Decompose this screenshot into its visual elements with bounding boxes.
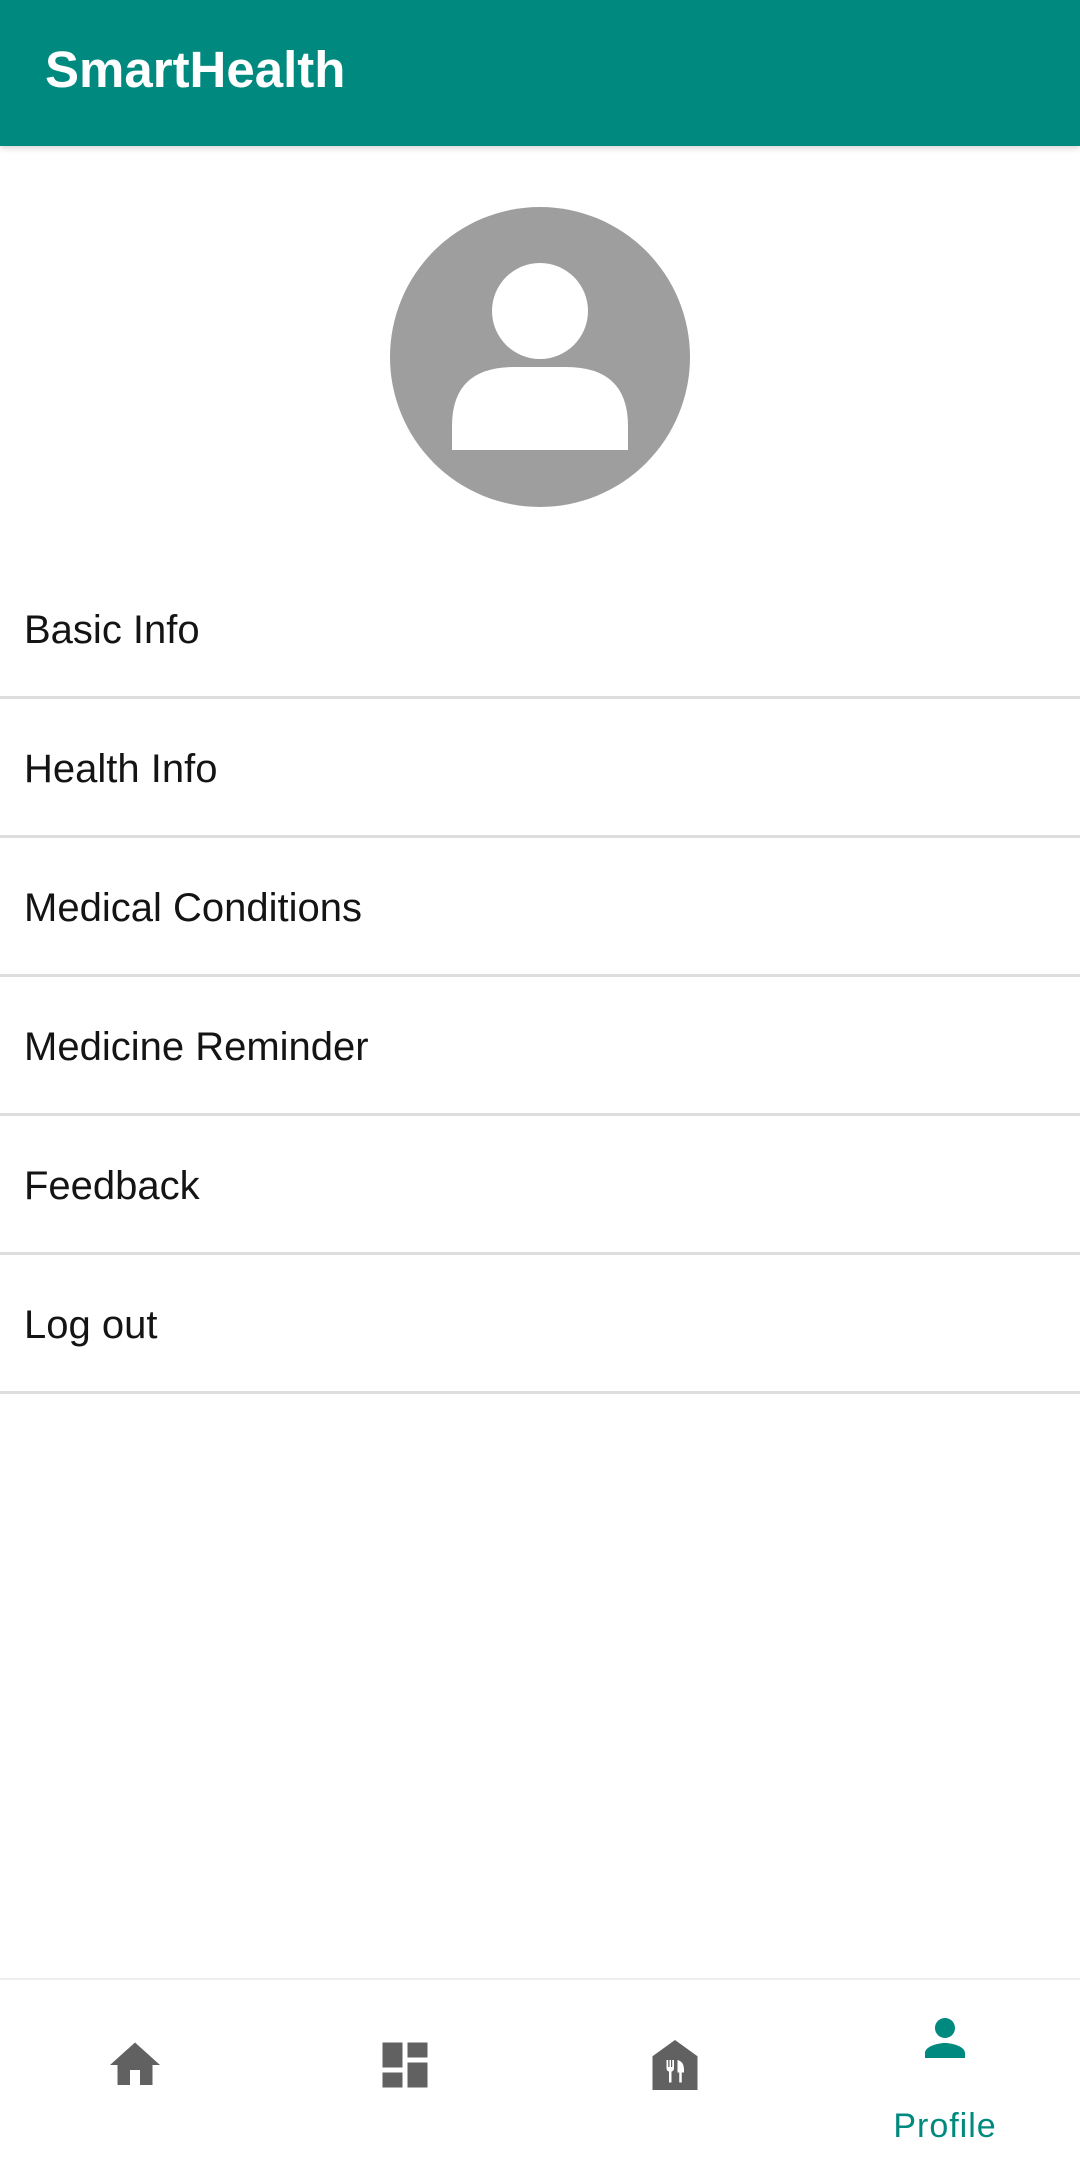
menu-item-label: Health Info xyxy=(24,747,218,791)
menu-item-label: Basic Info xyxy=(24,608,200,652)
menu-item-label: Medicine Reminder xyxy=(24,1025,369,1069)
nav-tab-home[interactable] xyxy=(0,1980,270,2182)
restaurant-icon xyxy=(645,2035,705,2095)
menu-item-label: Feedback xyxy=(24,1164,200,1208)
bottom-navigation: Profile xyxy=(0,1978,1080,2182)
nav-tab-dashboard[interactable] xyxy=(270,1980,540,2182)
menu-item-log-out[interactable]: Log out xyxy=(0,1255,1080,1394)
menu-item-basic-info[interactable]: Basic Info xyxy=(0,560,1080,699)
dashboard-icon xyxy=(375,2035,435,2095)
menu-item-medicine-reminder[interactable]: Medicine Reminder xyxy=(0,977,1080,1116)
profile-menu: Basic Info Health Info Medical Condition… xyxy=(0,560,1080,1394)
nav-tab-profile[interactable]: Profile xyxy=(810,1980,1080,2182)
app-bar: SmartHealth xyxy=(0,0,1080,146)
app-title: SmartHealth xyxy=(45,41,346,98)
person-placeholder-icon xyxy=(452,263,628,450)
nav-tab-profile-label: Profile xyxy=(893,2107,997,2145)
menu-item-label: Log out xyxy=(24,1303,158,1347)
home-icon xyxy=(105,2035,165,2095)
menu-item-medical-conditions[interactable]: Medical Conditions xyxy=(0,838,1080,977)
profile-avatar[interactable] xyxy=(390,207,690,507)
person-icon xyxy=(915,2008,975,2068)
menu-item-feedback[interactable]: Feedback xyxy=(0,1116,1080,1255)
menu-item-label: Medical Conditions xyxy=(24,886,362,930)
nav-tab-food[interactable] xyxy=(540,1980,810,2182)
menu-item-health-info[interactable]: Health Info xyxy=(0,699,1080,838)
